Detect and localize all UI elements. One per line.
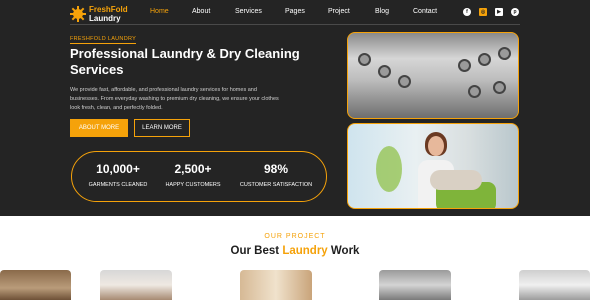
stat-satisfaction: 98% CUSTOMER SATISFACTION — [236, 162, 316, 188]
project-section-tag: OUR PROJECT — [264, 233, 326, 240]
hero-description: We provide fast, affordable, and profess… — [70, 87, 279, 111]
stat-value: 98% — [263, 162, 289, 176]
woman-laundry-basket-photo — [347, 123, 519, 209]
sun-logo-icon — [70, 6, 86, 22]
nav-item-project[interactable]: Project — [328, 8, 350, 15]
brand-name-line1: FreshFold — [89, 5, 128, 14]
brand-logo[interactable]: FreshFold Laundry — [70, 5, 128, 23]
stat-label: HAPPY CUSTOMERS — [165, 182, 221, 188]
about-more-button[interactable]: ABOUT MORE — [70, 119, 128, 137]
brand-name-line2: Laundry — [89, 14, 121, 23]
social-links: f ◎ ▶ p — [463, 8, 519, 16]
hero-tag: FRESHFOLD LAUNDRY — [70, 36, 137, 44]
nav-item-contact[interactable]: Contact — [413, 8, 437, 15]
instagram-icon[interactable]: ◎ — [479, 8, 487, 16]
title-highlight: Laundry — [282, 245, 328, 257]
nav-item-about[interactable]: About — [192, 8, 210, 15]
title-part: Work — [330, 245, 360, 257]
hero-title: Professional Laundry & Dry Cleaning Serv… — [70, 46, 300, 77]
stats-panel: 10,000+ GARMENTS CLEANED 2,500+ HAPPY CU… — [71, 151, 327, 202]
project-card[interactable] — [240, 270, 312, 300]
facebook-icon[interactable]: f — [463, 8, 471, 16]
pinterest-icon[interactable]: p — [511, 8, 519, 16]
stat-value: 10,000+ — [96, 162, 140, 176]
project-card[interactable] — [0, 270, 71, 300]
nav-item-blog[interactable]: Blog — [375, 8, 389, 15]
header-divider — [70, 24, 520, 25]
stat-value: 2,500+ — [174, 162, 212, 176]
stat-label: GARMENTS CLEANED — [88, 182, 148, 188]
project-card[interactable] — [379, 270, 451, 300]
hero-section: FreshFold Laundry Home About Services Pa… — [0, 0, 590, 216]
project-card[interactable] — [519, 270, 590, 300]
laundromat-photo — [347, 32, 519, 119]
stat-label: CUSTOMER SATISFACTION — [239, 182, 313, 188]
stat-garments: 10,000+ GARMENTS CLEANED — [86, 162, 150, 188]
nav-item-home[interactable]: Home — [150, 8, 169, 15]
learn-more-button[interactable]: LEARN MORE — [134, 119, 190, 137]
nav-item-pages[interactable]: Pages — [285, 8, 305, 15]
stat-customers: 2,500+ HAPPY CUSTOMERS — [162, 162, 224, 188]
title-part: Our Best — [230, 245, 280, 257]
project-card[interactable] — [100, 270, 172, 300]
project-section-title: Our Best Laundry Work — [0, 245, 590, 257]
nav-item-services[interactable]: Services — [235, 8, 262, 15]
youtube-icon[interactable]: ▶ — [495, 8, 503, 16]
